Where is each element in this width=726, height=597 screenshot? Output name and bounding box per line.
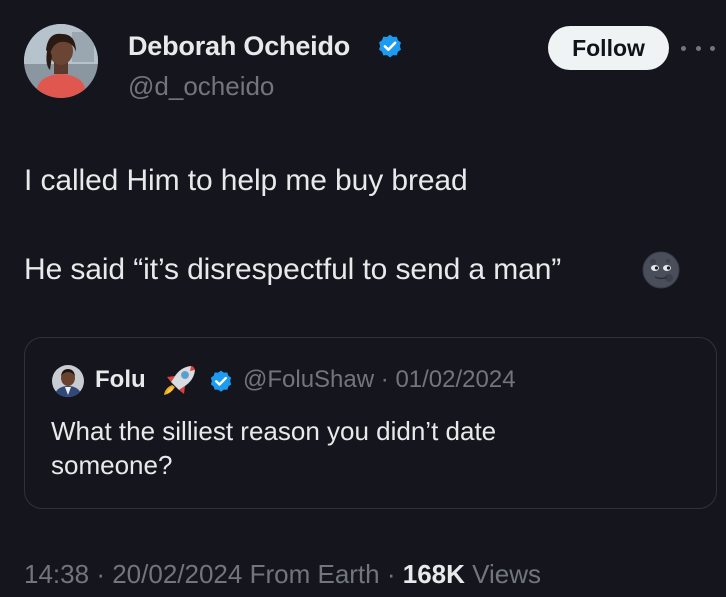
quoted-tweet-meta: @FoluShaw · 01/02/2024 <box>243 366 516 394</box>
quoted-tweet-text: What the silliest reason you didn’t date… <box>51 416 497 480</box>
meta-separator: · <box>380 366 389 393</box>
author-avatar[interactable] <box>24 24 98 98</box>
more-dot <box>681 45 686 51</box>
more-dot <box>695 45 701 51</box>
more-dot <box>710 45 715 51</box>
quoted-author-avatar[interactable] <box>52 365 84 397</box>
tweet-date[interactable]: 20/02/2024 <box>112 559 242 589</box>
quoted-author-name[interactable]: Folu <box>95 366 146 394</box>
follow-button[interactable]: Follow <box>548 26 669 70</box>
new-moon-face-emoji-icon <box>641 250 681 290</box>
verified-badge-icon <box>376 33 404 61</box>
tweet-footer: 14:38 · 20/02/2024 From Earth · 168K Vie… <box>24 559 541 590</box>
quoted-tweet-card[interactable]: Folu @FoluShaw · 01/02/2024 What the sil… <box>24 337 717 509</box>
footer-separator: · <box>96 559 105 589</box>
tweet-source: From Earth <box>249 559 380 589</box>
views-label: Views <box>472 559 542 589</box>
tweet-text-line-2: He said “it’s disrespectful to send a ma… <box>24 253 562 286</box>
footer-separator: · <box>386 559 396 589</box>
tweet-text-line-1: I called Him to help me buy bread <box>24 164 468 197</box>
author-handle[interactable]: @d_ocheido <box>128 71 274 102</box>
quoted-tweet-date[interactable]: 01/02/2024 <box>395 366 515 393</box>
views-count: 168K <box>402 559 465 589</box>
tweet-time[interactable]: 14:38 <box>24 559 89 589</box>
rocket-icon <box>161 362 199 398</box>
quoted-author-handle[interactable]: @FoluShaw <box>243 366 374 393</box>
author-display-name[interactable]: Deborah Ocheido <box>128 31 350 62</box>
more-options-icon[interactable] <box>681 38 715 58</box>
quoted-verified-badge-icon <box>208 369 234 395</box>
